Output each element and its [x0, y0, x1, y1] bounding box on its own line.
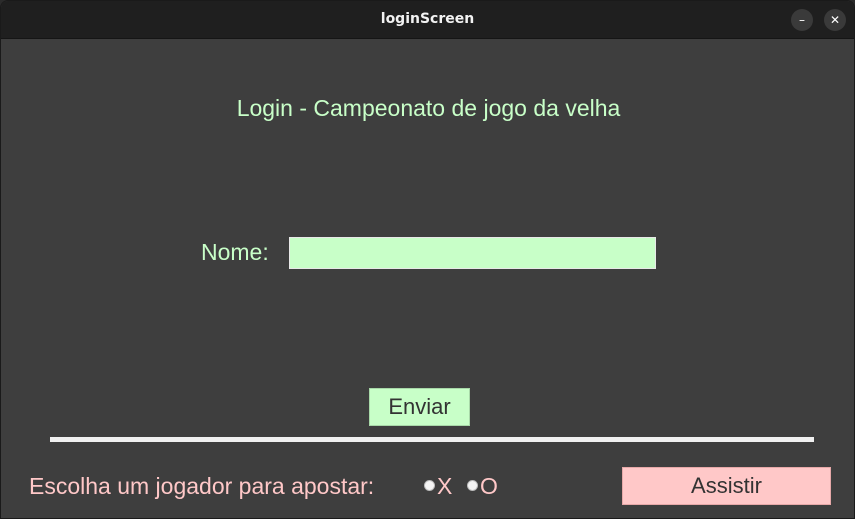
radio-player-x[interactable]: X — [424, 473, 452, 500]
close-button[interactable]: ✕ — [824, 9, 846, 31]
app-window: loginScreen – ✕ Login - Campeonato de jo… — [0, 0, 855, 519]
watch-button[interactable]: Assistir — [622, 467, 831, 505]
bet-label: Escolha um jogador para apostar: — [29, 473, 375, 499]
minimize-button[interactable]: – — [791, 9, 813, 31]
title-bar[interactable]: loginScreen – ✕ — [1, 1, 854, 39]
radio-indicator-icon[interactable] — [467, 480, 478, 492]
window-title: loginScreen — [380, 11, 475, 27]
page-title: Login - Campeonato de jogo da velha — [236, 95, 621, 121]
name-label: Nome: — [201, 239, 269, 265]
radio-player-o[interactable]: O — [467, 473, 498, 500]
send-button[interactable]: Enviar — [369, 388, 470, 426]
name-input[interactable] — [289, 237, 656, 269]
close-icon: ✕ — [829, 13, 841, 27]
minimize-icon: – — [799, 13, 805, 27]
divider — [50, 437, 814, 442]
radio-indicator-icon[interactable] — [424, 480, 435, 492]
radio-label-x: X — [437, 473, 453, 499]
radio-label-o: O — [480, 473, 498, 499]
